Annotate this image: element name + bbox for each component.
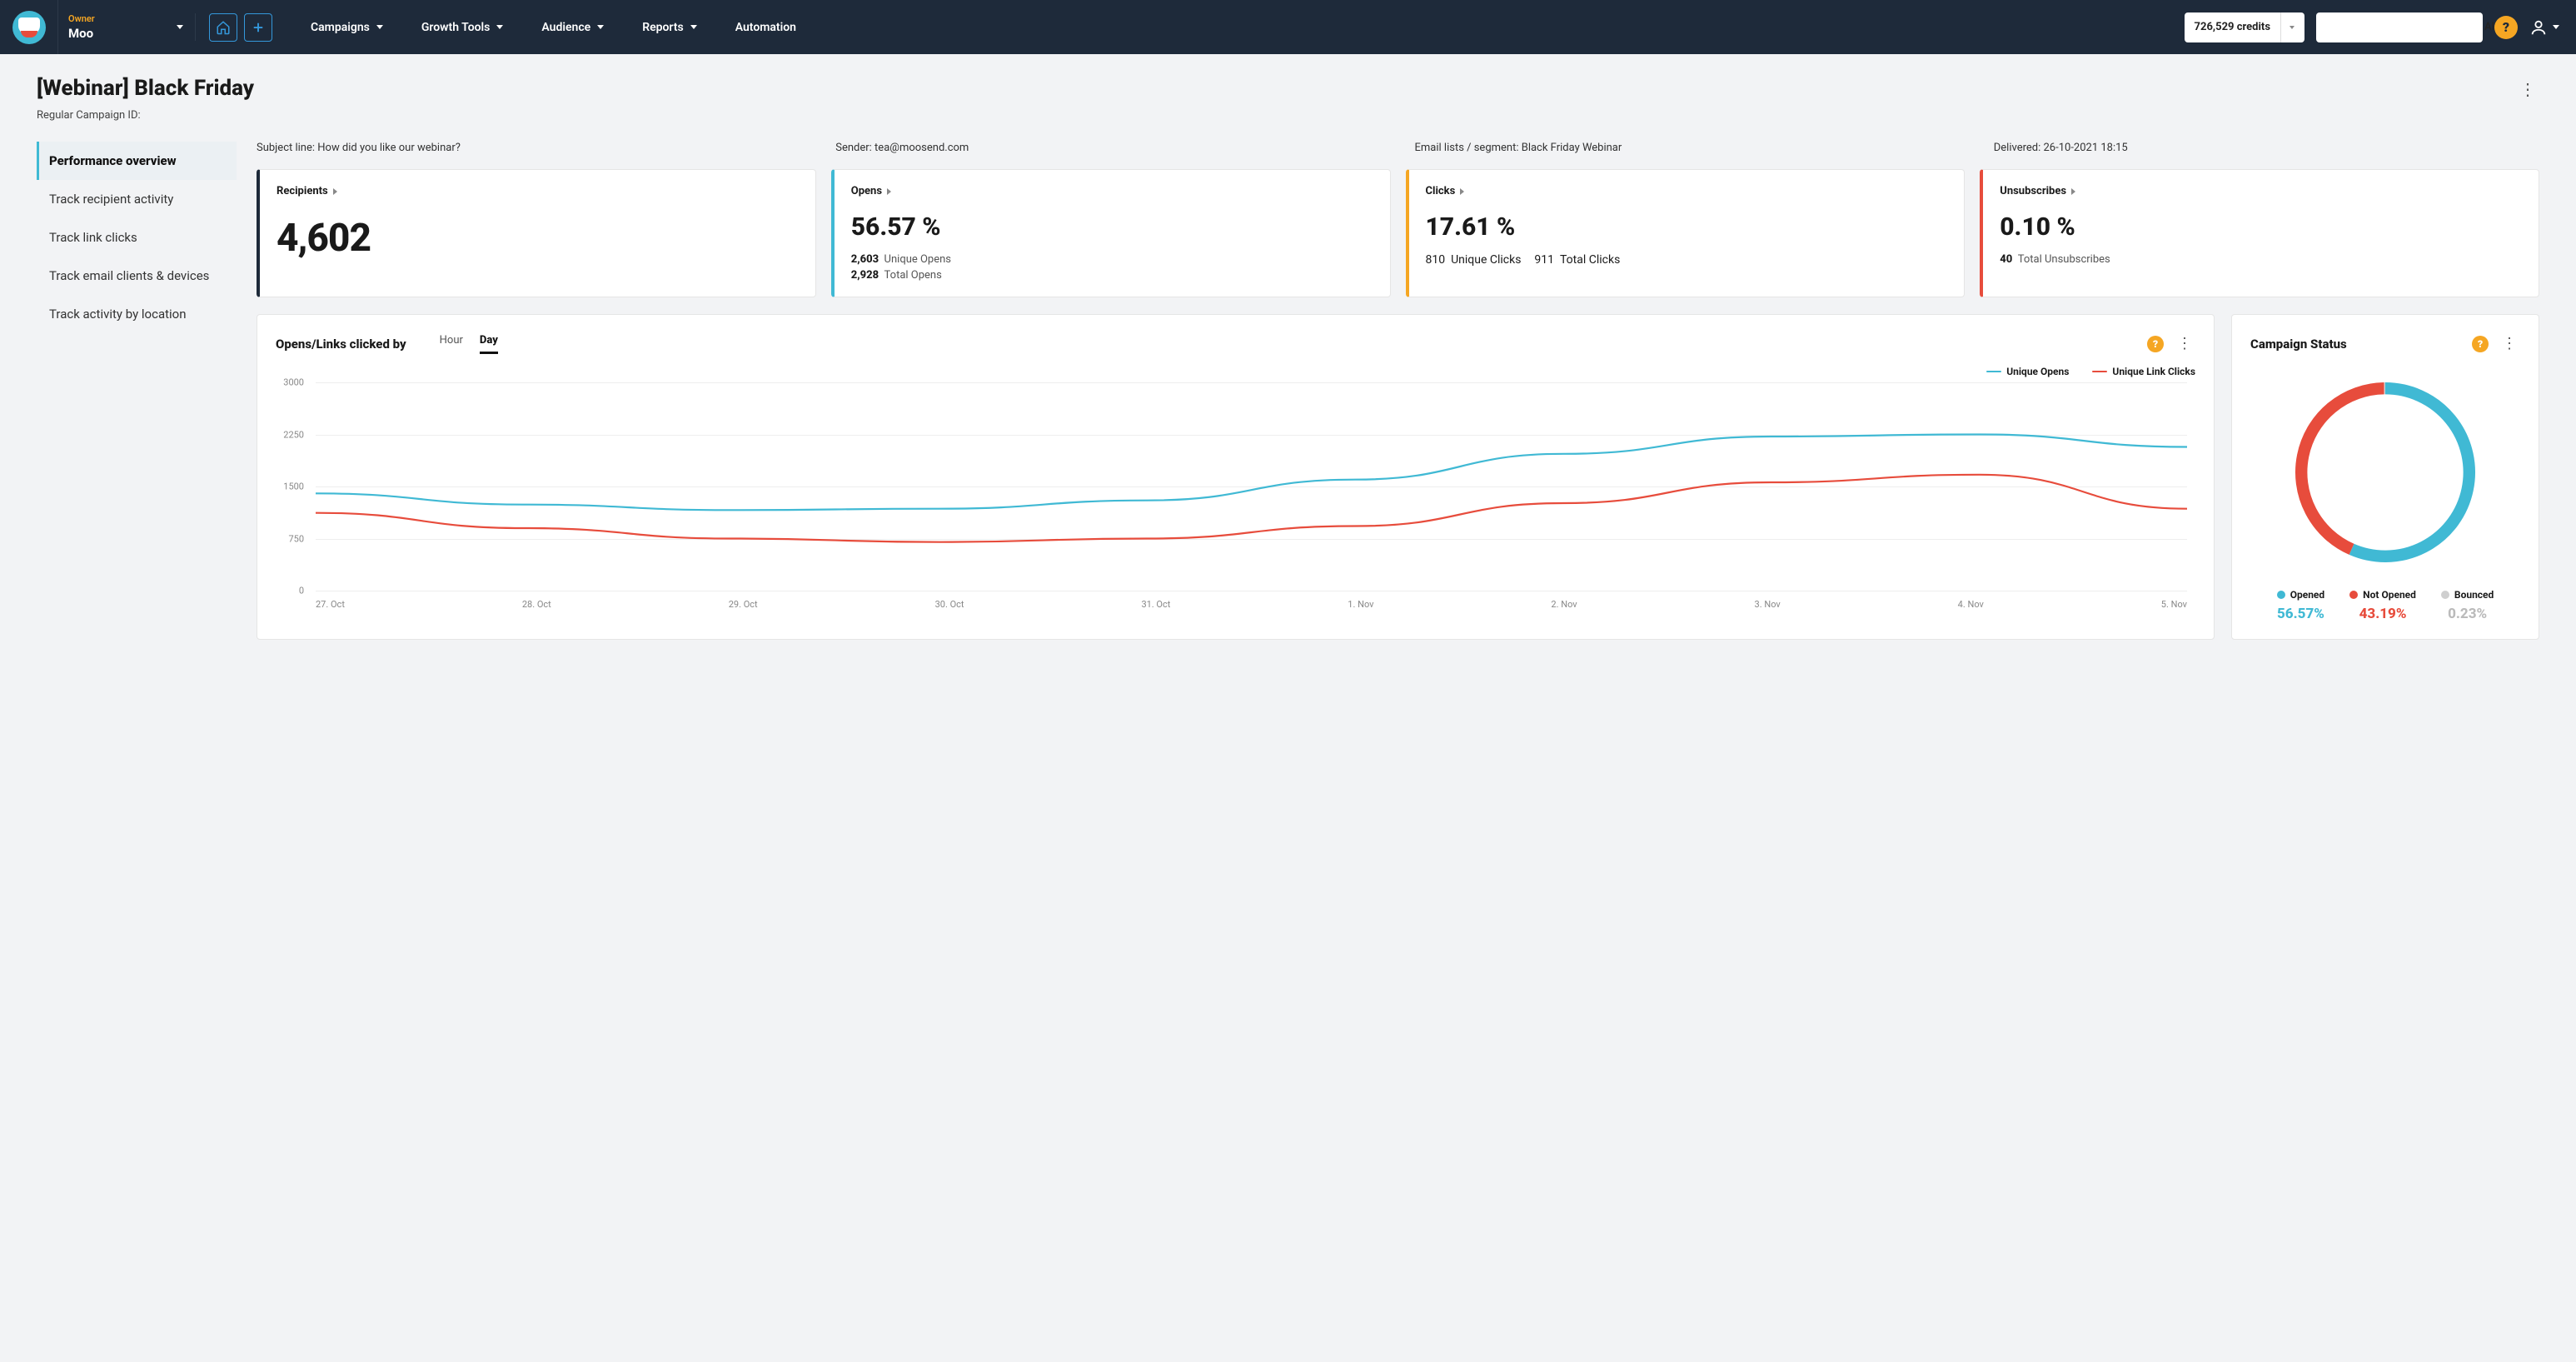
stat-clicks-pct: 17.61 %: [1426, 212, 1948, 242]
account-name: Moo: [68, 26, 95, 41]
campaign-status-panel: Campaign Status ? ⋮ Opened 56.57%: [2231, 314, 2539, 640]
donut-legend: Opened 56.57% Not Opened 43.19% Bounced …: [2250, 589, 2520, 622]
logo-icon: [12, 11, 46, 44]
search-input[interactable]: [2331, 21, 2478, 33]
line-chart-legend: Unique Opens Unique Link Clicks: [276, 366, 2195, 377]
chevron-right-icon: [2071, 188, 2075, 195]
main-nav: Campaigns Growth Tools Audience Reports …: [286, 21, 2185, 34]
chevron-down-icon: [376, 25, 383, 29]
meta-list: Email lists / segment: Black Friday Webi…: [1415, 142, 1961, 154]
meta-delivered: Delivered: 26-10-2021 18:15: [1994, 142, 2539, 154]
toggle-day[interactable]: Day: [480, 334, 498, 354]
stat-clicks-link[interactable]: Clicks: [1426, 185, 1948, 197]
opens-clicks-panel: Opens/Links clicked by Hour Day ? ⋮ U: [257, 314, 2215, 640]
stat-recipients-link[interactable]: Recipients: [277, 185, 799, 197]
opens-clicks-title: Opens/Links clicked by: [276, 337, 406, 352]
page-subtitle: Regular Campaign ID:: [37, 109, 254, 122]
nav-audience[interactable]: Audience: [541, 21, 604, 34]
stat-opens-link[interactable]: Opens: [851, 185, 1373, 197]
meta-sender: Sender: tea@moosend.com: [835, 142, 1381, 154]
account-switcher[interactable]: Owner Moo: [58, 13, 196, 41]
campaign-status-title: Campaign Status: [2250, 337, 2347, 352]
donut-chart: [2285, 372, 2485, 572]
nav-reports[interactable]: Reports: [642, 21, 697, 34]
stat-clicks: Clicks 17.61 % 810 Unique Clicks 911 Tot…: [1406, 169, 1966, 297]
chevron-right-icon: [333, 188, 337, 195]
credits-dropdown[interactable]: 726,529 credits: [2185, 12, 2304, 42]
sidebar-item-clients-devices[interactable]: Track email clients & devices: [37, 257, 237, 295]
stat-opens: Opens 56.57 % 2,603 Unique Opens 2,928 T…: [831, 169, 1391, 297]
stat-opens-pct: 56.57 %: [851, 212, 1373, 242]
chevron-down-icon: [597, 25, 604, 29]
chevron-down-icon: [2290, 26, 2294, 29]
sidebar-item-recipient-activity[interactable]: Track recipient activity: [37, 180, 237, 218]
account-role: Owner: [68, 13, 95, 24]
help-button[interactable]: ?: [2494, 16, 2518, 39]
panel-menu[interactable]: ⋮: [2499, 332, 2520, 356]
search-box[interactable]: All: [2316, 12, 2483, 42]
nav-campaigns[interactable]: Campaigns: [311, 21, 383, 34]
nav-growth-tools[interactable]: Growth Tools: [421, 21, 504, 34]
home-button[interactable]: [209, 13, 237, 42]
campaign-meta: Subject line: How did you like our webin…: [257, 142, 2539, 154]
sidebar-item-performance[interactable]: Performance overview: [37, 142, 237, 180]
sidebar-item-location[interactable]: Track activity by location: [37, 295, 237, 333]
logo[interactable]: [0, 0, 58, 54]
panel-menu[interactable]: ⋮: [2174, 332, 2195, 356]
report-sidebar: Performance overview Track recipient act…: [37, 142, 237, 640]
chevron-down-icon: [2553, 25, 2559, 29]
topbar: Owner Moo Campaigns Growth Tools Audienc…: [0, 0, 2576, 54]
home-icon: [216, 20, 231, 35]
user-menu[interactable]: [2529, 18, 2559, 37]
stat-recipients-value: 4,602: [277, 216, 799, 261]
chevron-down-icon: [496, 25, 503, 29]
nav-automation[interactable]: Automation: [735, 21, 796, 34]
chevron-right-icon: [887, 188, 891, 195]
chevron-right-icon: [1460, 188, 1464, 195]
stat-recipients: Recipients 4,602: [257, 169, 816, 297]
stat-unsubscribes: Unsubscribes 0.10 % 40 Total Unsubscribe…: [1980, 169, 2539, 297]
page-actions-menu[interactable]: ⋮: [2516, 76, 2539, 102]
user-icon: [2529, 18, 2548, 37]
stat-unsubs-pct: 0.10 %: [2000, 212, 2522, 242]
meta-subject: Subject line: How did you like our webin…: [257, 142, 802, 154]
panel-help-button[interactable]: ?: [2472, 336, 2489, 352]
panel-help-button[interactable]: ?: [2147, 336, 2164, 352]
line-chart: 0750150022503000 27. Oct28. Oct29. Oct30…: [276, 382, 2195, 616]
credits-label: 726,529 credits: [2195, 21, 2270, 33]
plus-icon: [251, 20, 266, 35]
new-button[interactable]: [244, 13, 272, 42]
chevron-down-icon: [177, 25, 183, 29]
page-title: [Webinar] Black Friday: [37, 76, 254, 101]
stat-unsubs-link[interactable]: Unsubscribes: [2000, 185, 2522, 197]
toggle-hour[interactable]: Hour: [440, 334, 463, 354]
sidebar-item-link-clicks[interactable]: Track link clicks: [37, 218, 237, 257]
chevron-down-icon: [690, 25, 697, 29]
